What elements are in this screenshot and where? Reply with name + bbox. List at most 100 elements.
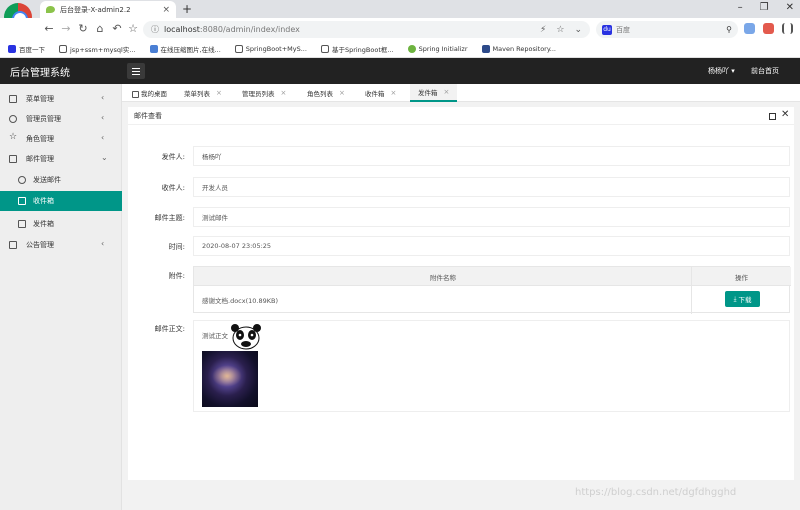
time-label: 时间: [168, 243, 185, 251]
search-box[interactable]: du 百度 ⚲ [596, 21, 738, 38]
lightning-icon[interactable]: ⚡ [540, 25, 546, 35]
tab-close-icon[interactable]: × [444, 88, 450, 96]
app-logo[interactable]: 后台管理系统 [10, 64, 70, 79]
tab-label: 我的桌面 [141, 90, 167, 98]
subject-field: 测试邮件 [193, 207, 790, 227]
sidebar-item-inbox[interactable]: 收件箱 [0, 191, 122, 211]
download-button[interactable]: ⤓ 下载 [725, 291, 760, 307]
maximize-icon[interactable] [769, 113, 776, 120]
home-icon[interactable]: ⌂ [93, 21, 107, 37]
browser-toolbar: ← → ↻ ⌂ ↶ ☆ ⓘ localhost:8080/admin/index… [0, 18, 800, 40]
close-window-icon[interactable]: ✕ [786, 2, 794, 13]
chevron-left-icon: ‹ [101, 133, 105, 142]
back-icon[interactable]: ← [42, 21, 56, 37]
mail-icon [9, 155, 17, 163]
minimize-icon[interactable]: – [738, 2, 743, 13]
extension-icon[interactable] [763, 23, 774, 34]
close-tab-icon[interactable]: × [162, 5, 170, 15]
tab-close-icon[interactable]: × [339, 89, 345, 97]
restore-window-icon[interactable]: ❐ [760, 2, 769, 13]
sidebar-item-label: 公告管理 [26, 241, 54, 249]
leaf-icon [46, 6, 55, 13]
user-menu[interactable]: 杨杨吖 ▾ [708, 66, 735, 76]
browser-tab[interactable]: 后台登录-X-admin2.2 × [40, 1, 176, 18]
mail-body: 测试正文 [193, 320, 790, 412]
sidebar-item-mail-management[interactable]: 邮件管理 ⌄ [0, 149, 122, 169]
sidebar-item-send-mail[interactable]: 发送邮件 [0, 170, 122, 190]
new-tab-icon[interactable]: + [182, 2, 192, 16]
column-header: 操作 [735, 274, 748, 282]
tab-close-icon[interactable]: × [281, 89, 287, 97]
sidebar-item-role-management[interactable]: ☆ 角色管理 ‹ [0, 129, 122, 149]
download-icon: ⤓ [733, 294, 737, 303]
browser-tab-strip: 后台登录-X-admin2.2 × + – ❐ ✕ [0, 0, 800, 31]
reload-icon[interactable]: ↻ [76, 21, 90, 37]
tab-my-desktop[interactable]: 我的桌面 [124, 84, 175, 102]
menu-icon[interactable] [782, 23, 793, 34]
recipient-label: 收件人: [161, 184, 185, 192]
page-icon [234, 44, 243, 53]
tab-label: 收件箱 [365, 90, 385, 98]
attachment-file-name: 感谢文档.docx(10.89KB) [202, 297, 278, 305]
mail-view-card: 邮件查看 ✕ 发件人: 杨杨吖 收件人: 开发人员 邮件主题: 测试邮件 时间:… [128, 107, 794, 480]
sidebar-item-notice-management[interactable]: 公告管理 ‹ [0, 235, 122, 255]
menu-toggle-icon[interactable] [127, 63, 145, 79]
tab-admin-list[interactable]: 管理员列表 × [234, 84, 294, 102]
sidebar-item-label: 发件箱 [33, 220, 54, 228]
sidebar: 菜单管理 ‹ 管理员管理 ‹ ☆ 角色管理 ‹ 邮件管理 ⌄ 发送邮件 收件箱 … [0, 84, 122, 510]
sidebar-item-outbox[interactable]: 发件箱 [0, 214, 122, 234]
tab-inbox[interactable]: 收件箱 × [357, 84, 404, 102]
divider [691, 267, 692, 314]
bookmark-item[interactable]: 在线压缩图片,在线... [149, 44, 221, 54]
search-icon[interactable]: ⚲ [726, 25, 732, 34]
chevron-down-icon[interactable]: ⌄ [574, 25, 582, 35]
address-bar[interactable]: ⓘ localhost:8080/admin/index/index ⚡ ☆ ⌄ [143, 21, 590, 38]
sender-label: 发件人: [161, 153, 185, 161]
bookmark-star-icon[interactable]: ☆ [126, 21, 140, 37]
extension-icons [744, 23, 793, 34]
watermark: https://blog.csdn.net/dgfdhgghd [575, 487, 737, 498]
page-tabs: 我的桌面 菜单列表 × 管理员列表 × 角色列表 × 收件箱 × 发件箱 × [122, 84, 800, 102]
tab-role-list[interactable]: 角色列表 × [299, 84, 353, 102]
tab-label: 管理员列表 [242, 90, 275, 98]
spring-icon [407, 44, 416, 53]
attachment-label: 附件: [168, 272, 185, 280]
sender-field: 杨杨吖 [193, 146, 790, 166]
bookmark-item[interactable]: jsp+ssm+mysql实... [59, 44, 136, 54]
close-icon[interactable]: ✕ [781, 109, 789, 120]
bookmark-item[interactable]: 基于SpringBoot框... [320, 44, 394, 54]
star-icon[interactable]: ☆ [556, 25, 564, 35]
bookmarks-bar: 百度一下 jsp+ssm+mysql实... 在线压缩图片,在线... Spri… [0, 40, 800, 58]
tab-close-icon[interactable]: × [216, 89, 222, 97]
image-icon [149, 44, 158, 53]
undo-icon[interactable]: ↶ [110, 21, 124, 37]
page-icon [320, 44, 329, 53]
app-header: 后台管理系统 杨杨吖 ▾ 前台首页 [0, 58, 800, 84]
main-content: 邮件查看 ✕ 发件人: 杨杨吖 收件人: 开发人员 邮件主题: 测试邮件 时间:… [122, 102, 800, 510]
sidebar-item-menu-management[interactable]: 菜单管理 ‹ [0, 89, 122, 109]
extension-icon[interactable] [744, 23, 755, 34]
chevron-down-icon: ⌄ [101, 153, 108, 162]
chevron-left-icon: ‹ [101, 113, 105, 122]
tab-outbox[interactable]: 发件箱 × [410, 84, 458, 102]
front-page-link[interactable]: 前台首页 [751, 66, 779, 76]
bookmark-item[interactable]: Spring Initializr [407, 44, 468, 53]
mail-body-text: 测试正文 [202, 332, 228, 340]
bookmark-item[interactable]: SpringBoot+MyS... [234, 44, 307, 53]
attached-artwork-image [202, 351, 258, 407]
sidebar-item-label: 发送邮件 [33, 176, 61, 184]
forward-icon[interactable]: → [59, 21, 73, 37]
sidebar-item-label: 邮件管理 [26, 155, 54, 163]
bookmark-item[interactable]: Maven Repository... [481, 44, 556, 53]
tab-menu-list[interactable]: 菜单列表 × [176, 84, 230, 102]
tab-close-icon[interactable]: × [391, 89, 397, 97]
maven-icon [481, 44, 490, 53]
url-text[interactable]: localhost:8080/admin/index/index [164, 25, 535, 34]
search-input[interactable]: 百度 [616, 25, 722, 35]
card-header: 邮件查看 ✕ [128, 107, 794, 125]
sidebar-item-label: 菜单管理 [26, 95, 54, 103]
star-icon: ☆ [9, 132, 18, 142]
bookmark-item[interactable]: 百度一下 [8, 44, 45, 54]
sidebar-item-admin-management[interactable]: 管理员管理 ‹ [0, 109, 122, 129]
sidebar-item-label: 管理员管理 [26, 115, 61, 123]
